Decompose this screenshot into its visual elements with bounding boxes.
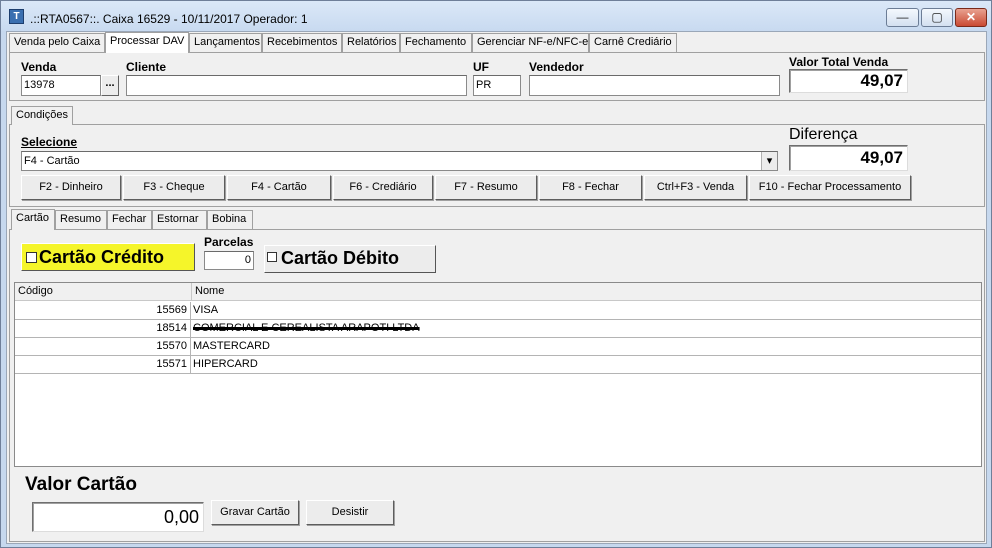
main-content: Venda pelo Caixa Processar DAV Lançament…: [6, 31, 987, 544]
tab-recebimentos[interactable]: Recebimentos: [262, 33, 342, 52]
column-header-nome[interactable]: Nome: [192, 283, 981, 301]
chevron-down-icon[interactable]: ▾: [761, 152, 777, 170]
card-operators-table[interactable]: Código Nome 15569 VISA 18514 COMERCIAL E…: [14, 282, 982, 467]
close-button[interactable]: ✕: [955, 8, 987, 27]
f8-fechar-button[interactable]: F8 - Fechar: [539, 175, 642, 200]
cell-codigo: 18514: [15, 320, 191, 337]
valor-total-value: 49,07: [789, 69, 908, 93]
gravar-cartao-button[interactable]: Gravar Cartão: [211, 500, 299, 525]
cliente-input[interactable]: [126, 75, 467, 96]
f4-cartao-button[interactable]: F4 - Cartão: [227, 175, 331, 200]
debit-checkbox-box[interactable]: [267, 252, 277, 262]
table-row[interactable]: 18514 COMERCIAL E CEREALISTA ARAPOTI LTD…: [15, 320, 981, 338]
valor-total-label: Valor Total Venda: [789, 55, 889, 69]
credit-checkbox-box[interactable]: [26, 252, 37, 263]
tab-fechamento[interactable]: Fechamento: [400, 33, 472, 52]
cell-nome: VISA: [193, 304, 219, 316]
app-icon: T: [9, 9, 24, 24]
tab-lancamentos[interactable]: Lançamentos: [189, 33, 262, 52]
table-row[interactable]: 15570 MASTERCARD: [15, 338, 981, 356]
sub-tab-strip: Cartão Resumo Fechar Estornar Bobina: [11, 209, 271, 230]
diferenca-value: 49,07: [789, 145, 908, 171]
tab-condicoes[interactable]: Condições: [11, 106, 73, 125]
column-header-codigo[interactable]: Código: [15, 283, 192, 301]
credit-card-label: Cartão Crédito: [39, 247, 165, 267]
diferenca-label: Diferença: [789, 126, 858, 143]
minimize-button[interactable]: —: [886, 8, 919, 27]
maximize-button[interactable]: ▢: [921, 8, 953, 27]
debit-card-checkbox[interactable]: Cartão Débito: [264, 245, 436, 273]
tab-cartao[interactable]: Cartão: [11, 209, 55, 230]
parcelas-input[interactable]: 0: [204, 251, 254, 270]
cliente-label: Cliente: [126, 60, 167, 74]
ctrl-f3-venda-button[interactable]: Ctrl+F3 - Venda: [644, 175, 747, 200]
parcelas-label: Parcelas: [204, 235, 254, 249]
uf-input[interactable]: PR: [473, 75, 521, 96]
table-row[interactable]: 15571 HIPERCARD: [15, 356, 981, 374]
valor-cartao-label: Valor Cartão: [25, 474, 137, 495]
table-row[interactable]: 15569 VISA: [15, 302, 981, 320]
tab-carne-crediario[interactable]: Carnê Crediário: [589, 33, 677, 52]
payment-condition-panel: Selecione F4 - Cartão ▾ Diferença 49,07 …: [9, 124, 985, 207]
venda-input[interactable]: 13978: [21, 75, 101, 96]
valor-cartao-input[interactable]: 0,00: [32, 502, 204, 532]
venda-lookup-button[interactable]: ...: [101, 75, 119, 96]
selecione-label: Selecione: [21, 135, 78, 149]
tab-estornar[interactable]: Estornar: [152, 210, 207, 229]
uf-label: UF: [473, 60, 489, 74]
f7-resumo-button[interactable]: F7 - Resumo: [435, 175, 537, 200]
vendedor-label: Vendedor: [529, 60, 584, 74]
venda-label: Venda: [21, 60, 57, 74]
f2-dinheiro-button[interactable]: F2 - Dinheiro: [21, 175, 121, 200]
payment-method-value: F4 - Cartão: [24, 155, 80, 167]
vendedor-input[interactable]: [529, 75, 780, 96]
table-header: Código Nome: [15, 283, 981, 301]
desistir-button[interactable]: Desistir: [306, 500, 394, 525]
tab-bobina[interactable]: Bobina: [207, 210, 253, 229]
f10-fechar-processamento-button[interactable]: F10 - Fechar Processamento: [749, 175, 911, 200]
f3-cheque-button[interactable]: F3 - Cheque: [123, 175, 225, 200]
sale-header-panel: Venda 13978 ... Cliente UF PR Vendedor V…: [9, 52, 985, 101]
window-title: .::RTA0567::. Caixa 16529 - 10/11/2017 O…: [30, 12, 308, 26]
tab-relatorios[interactable]: Relatórios: [342, 33, 400, 52]
cell-codigo: 15569: [15, 302, 191, 319]
cell-codigo: 15571: [15, 356, 191, 373]
cell-nome: HIPERCARD: [193, 358, 258, 370]
tab-gerenciar-nfe[interactable]: Gerenciar NF-e/NFC-e: [472, 33, 589, 52]
tab-resumo[interactable]: Resumo: [55, 210, 107, 229]
application-window: T .::RTA0567::. Caixa 16529 - 10/11/2017…: [0, 0, 992, 548]
tab-processar-dav[interactable]: Processar DAV: [105, 32, 189, 53]
cell-nome: COMERCIAL E CEREALISTA ARAPOTI LTDA: [193, 322, 420, 334]
cell-nome: MASTERCARD: [193, 340, 271, 352]
payment-method-select[interactable]: F4 - Cartão ▾: [21, 151, 778, 171]
tab-fechar[interactable]: Fechar: [107, 210, 152, 229]
title-bar[interactable]: T .::RTA0567::. Caixa 16529 - 10/11/2017…: [1, 1, 991, 31]
f6-crediario-button[interactable]: F6 - Crediário: [333, 175, 433, 200]
credit-card-checkbox[interactable]: Cartão Crédito: [21, 243, 195, 271]
main-tab-strip: Venda pelo Caixa Processar DAV Lançament…: [9, 32, 709, 53]
cell-codigo: 15570: [15, 338, 191, 355]
tab-venda-pelo-caixa[interactable]: Venda pelo Caixa: [9, 33, 105, 52]
debit-card-label: Cartão Débito: [281, 248, 400, 268]
